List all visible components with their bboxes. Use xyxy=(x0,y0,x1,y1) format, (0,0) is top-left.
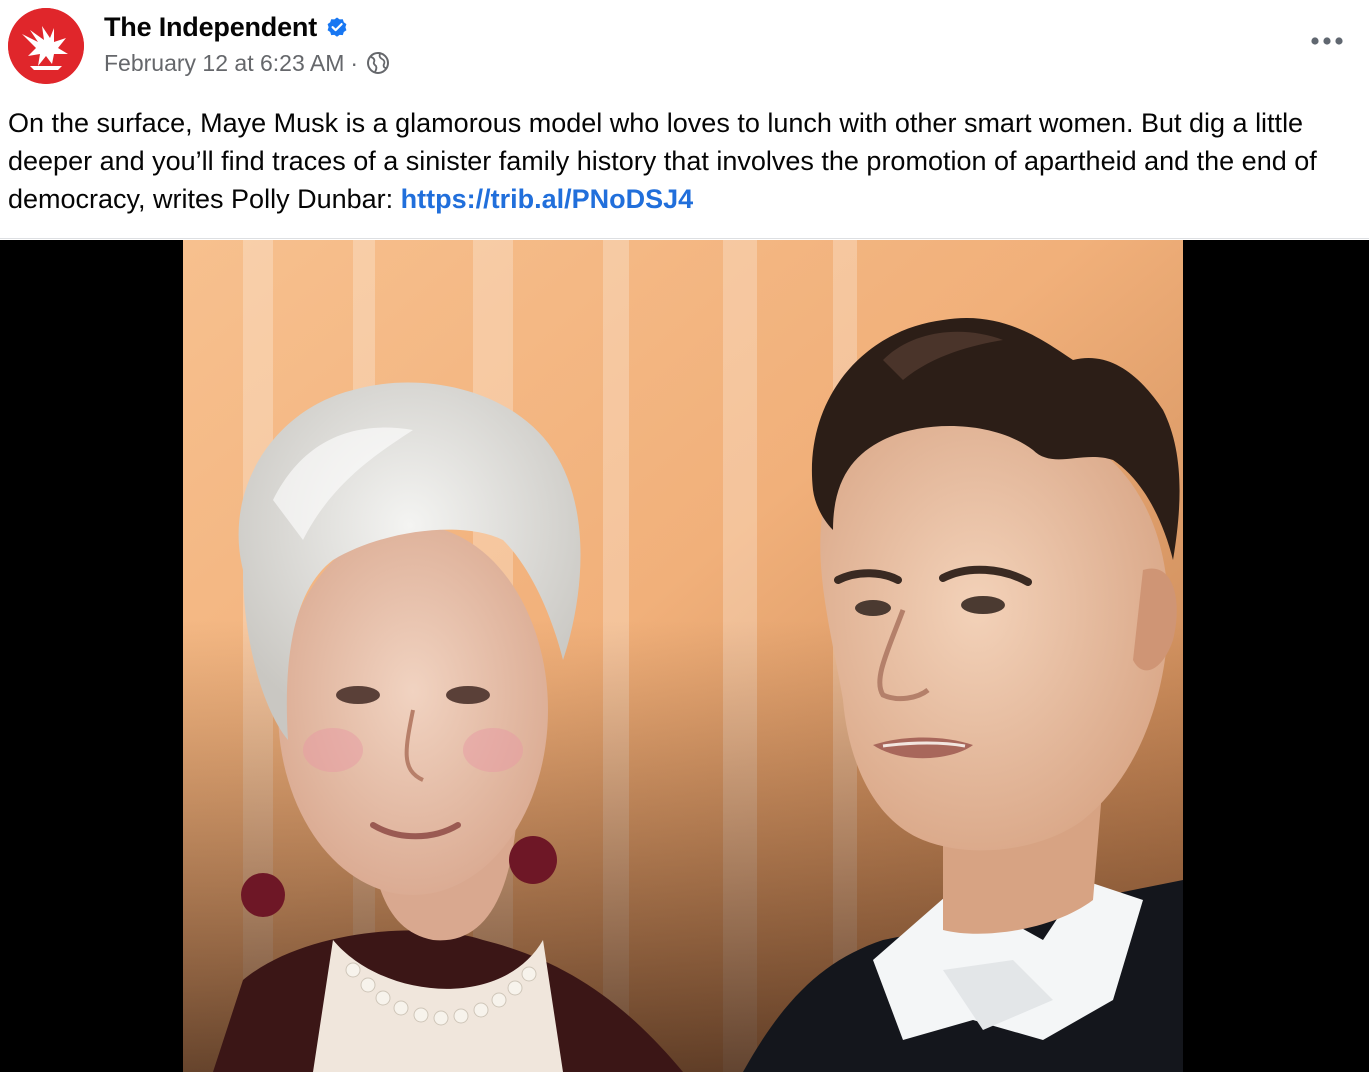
divider xyxy=(0,238,1369,239)
post-text: On the surface, Maye Musk is a glamorous… xyxy=(8,104,1358,218)
facebook-post: The Independent February 12 at 6:23 AM · xyxy=(0,0,1369,1072)
page-name[interactable]: The Independent xyxy=(104,12,317,43)
globe-icon[interactable] xyxy=(366,51,390,75)
post-meta: February 12 at 6:23 AM · xyxy=(104,48,390,78)
page-avatar[interactable] xyxy=(8,8,84,84)
more-options-button[interactable] xyxy=(1307,26,1347,56)
verified-badge-icon xyxy=(327,17,347,37)
post-media xyxy=(0,240,1369,1072)
post-timestamp[interactable]: February 12 at 6:23 AM xyxy=(104,50,344,77)
eagle-logo-icon xyxy=(8,8,84,84)
photo-image xyxy=(183,240,1183,1072)
more-options-icon xyxy=(1311,37,1343,45)
post-photo[interactable] xyxy=(183,240,1183,1072)
post-link[interactable]: https://trib.al/PNoDSJ4 xyxy=(401,184,694,214)
page-name-row: The Independent xyxy=(104,10,349,44)
meta-separator: · xyxy=(350,49,359,76)
post-header: The Independent February 12 at 6:23 AM · xyxy=(0,0,1369,100)
